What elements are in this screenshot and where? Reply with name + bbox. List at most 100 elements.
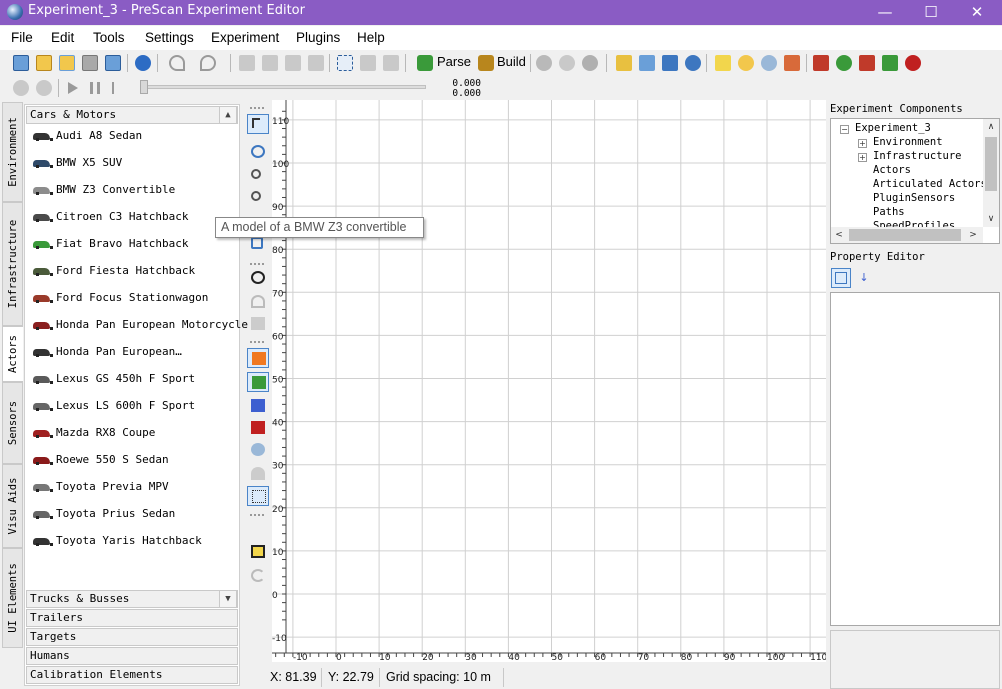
parse-button[interactable] — [415, 53, 435, 73]
tab-visu-aids[interactable]: Visu Aids — [2, 464, 23, 548]
close-button[interactable]: ✕ — [954, 0, 1000, 25]
maximize-button[interactable]: ☐ — [908, 0, 954, 25]
tab-ui-elements[interactable]: UI Elements — [2, 548, 23, 648]
chart-button[interactable] — [782, 53, 802, 73]
flag-button[interactable] — [811, 53, 831, 73]
menu-experiment[interactable]: Experiment — [211, 30, 279, 45]
tree-vertical-scrollbar[interactable]: ∧ ∨ — [983, 119, 999, 227]
edit-button[interactable] — [381, 53, 401, 73]
car-item[interactable]: BMW Z3 Convertible — [29, 181, 239, 203]
menu-file[interactable]: File — [11, 30, 33, 45]
collapse-up-icon[interactable]: ▲ — [219, 106, 237, 124]
scroll-thumb[interactable] — [985, 137, 997, 191]
weather-button[interactable] — [736, 53, 756, 73]
open-recent-button[interactable] — [57, 53, 77, 73]
scroll-left-icon[interactable]: < — [831, 227, 847, 243]
save-as-button[interactable] — [103, 53, 123, 73]
redo-button[interactable] — [198, 53, 218, 73]
calendar-button[interactable] — [660, 53, 680, 73]
car-item[interactable]: Toyota Yaris Hatchback — [29, 532, 239, 554]
category-targets[interactable]: Targets — [26, 628, 238, 646]
scroll-right-icon[interactable]: > — [965, 227, 981, 243]
debug-button[interactable] — [903, 53, 923, 73]
sim-button-1[interactable] — [11, 78, 31, 98]
car-item[interactable]: Ford Fiesta Hatchback — [29, 262, 239, 284]
minimize-button[interactable]: — — [862, 0, 908, 25]
play-icon[interactable] — [68, 82, 78, 94]
menu-edit[interactable]: Edit — [51, 30, 74, 45]
render-button-1[interactable] — [534, 53, 554, 73]
pause-icon[interactable] — [90, 82, 100, 94]
rewind-icon[interactable] — [112, 82, 126, 94]
scroll-up-icon[interactable]: ∧ — [983, 119, 999, 135]
build-button[interactable] — [476, 53, 496, 73]
select-all-button[interactable] — [335, 53, 355, 73]
car-item[interactable]: Lexus LS 600h F Sport — [29, 397, 239, 419]
car-item[interactable]: Honda Pan European… — [29, 343, 239, 365]
sim-button-2[interactable] — [34, 78, 54, 98]
scroll-thumb[interactable] — [849, 229, 961, 241]
copy-button[interactable] — [260, 53, 280, 73]
save-button[interactable] — [80, 53, 100, 73]
menu-help[interactable]: Help — [357, 30, 385, 45]
globe-button[interactable] — [834, 53, 854, 73]
undo-button[interactable] — [167, 53, 187, 73]
tree-node[interactable]: Environment — [873, 136, 943, 148]
car-item[interactable]: Citroen C3 Hatchback — [29, 208, 239, 230]
weather-rain-button[interactable] — [759, 53, 779, 73]
favorite-button[interactable] — [713, 53, 733, 73]
render-button-3[interactable] — [580, 53, 600, 73]
category-humans[interactable]: Humans — [26, 647, 238, 665]
tree-node[interactable]: Infrastructure — [873, 150, 962, 162]
path-tool-button[interactable] — [247, 268, 269, 288]
select-tool-button[interactable] — [247, 114, 269, 134]
scene-canvas[interactable]: 110 100 90 80 70 60 50 40 30 20 10 0 -10 -10 0 10 20 30 40… — [272, 100, 828, 663]
tree-node[interactable]: Experiment_3 — [855, 122, 931, 134]
car-item[interactable]: Audi A8 Sedan — [29, 127, 239, 149]
sensor-tool-button-2[interactable] — [247, 372, 269, 392]
time-slider-thumb[interactable] — [140, 80, 148, 94]
category-trucks-busses[interactable]: Trucks & Busses ▼ — [26, 590, 238, 608]
tab-actors[interactable]: Actors — [2, 326, 23, 382]
collapse-icon[interactable]: − — [840, 125, 849, 134]
open-button[interactable] — [34, 53, 54, 73]
lidar-tool-button[interactable] — [247, 440, 269, 460]
cut-button[interactable] — [237, 53, 257, 73]
scroll-down-icon[interactable]: ∨ — [983, 211, 999, 227]
clock-button[interactable] — [683, 53, 703, 73]
numbering-tool-button[interactable] — [247, 520, 269, 540]
menu-settings[interactable]: Settings — [145, 30, 194, 45]
category-trailers[interactable]: Trailers — [26, 609, 238, 627]
paste-button[interactable] — [283, 53, 303, 73]
vehicles-button[interactable] — [857, 53, 877, 73]
car-item[interactable]: BMW X5 SUV — [29, 154, 239, 176]
duplicate-button[interactable] — [306, 53, 326, 73]
tools-button[interactable] — [637, 53, 657, 73]
car-item[interactable]: Fiat Bravo Hatchback — [29, 235, 239, 257]
color-tool-button[interactable] — [247, 542, 269, 562]
tab-infrastructure[interactable]: Infrastructure — [2, 202, 23, 326]
camera-tool-button[interactable] — [247, 418, 269, 438]
trajectory-tool-button[interactable] — [247, 486, 269, 506]
rotate-tool-button[interactable] — [247, 566, 269, 586]
car-item[interactable]: Toyota Previa MPV — [29, 478, 239, 500]
help-button[interactable] — [133, 53, 153, 73]
expand-icon[interactable]: + — [858, 153, 867, 162]
ruler-button[interactable] — [614, 53, 634, 73]
tree-node[interactable]: Articulated Actors — [873, 178, 987, 190]
curve-tool-button[interactable] — [247, 292, 269, 312]
category-cars-motors[interactable]: Cars & Motors ▲ — [26, 106, 238, 124]
sensor-tool-button-3[interactable] — [247, 396, 269, 416]
sensor-tool-button-1[interactable] — [247, 348, 269, 368]
sort-alphabetical-button[interactable]: ↓ — [854, 268, 874, 288]
time-slider-track[interactable] — [140, 85, 426, 89]
recycle-button[interactable] — [880, 53, 900, 73]
tree-node[interactable]: Actors — [873, 164, 911, 176]
build-label[interactable]: Build — [497, 54, 526, 69]
properties-button[interactable] — [358, 53, 378, 73]
zoom-in-button[interactable] — [247, 166, 269, 186]
tree-node[interactable]: PluginSensors — [873, 192, 955, 204]
tab-sensors[interactable]: Sensors — [2, 382, 23, 464]
property-editor[interactable] — [830, 292, 1000, 626]
new-button[interactable] — [11, 53, 31, 73]
